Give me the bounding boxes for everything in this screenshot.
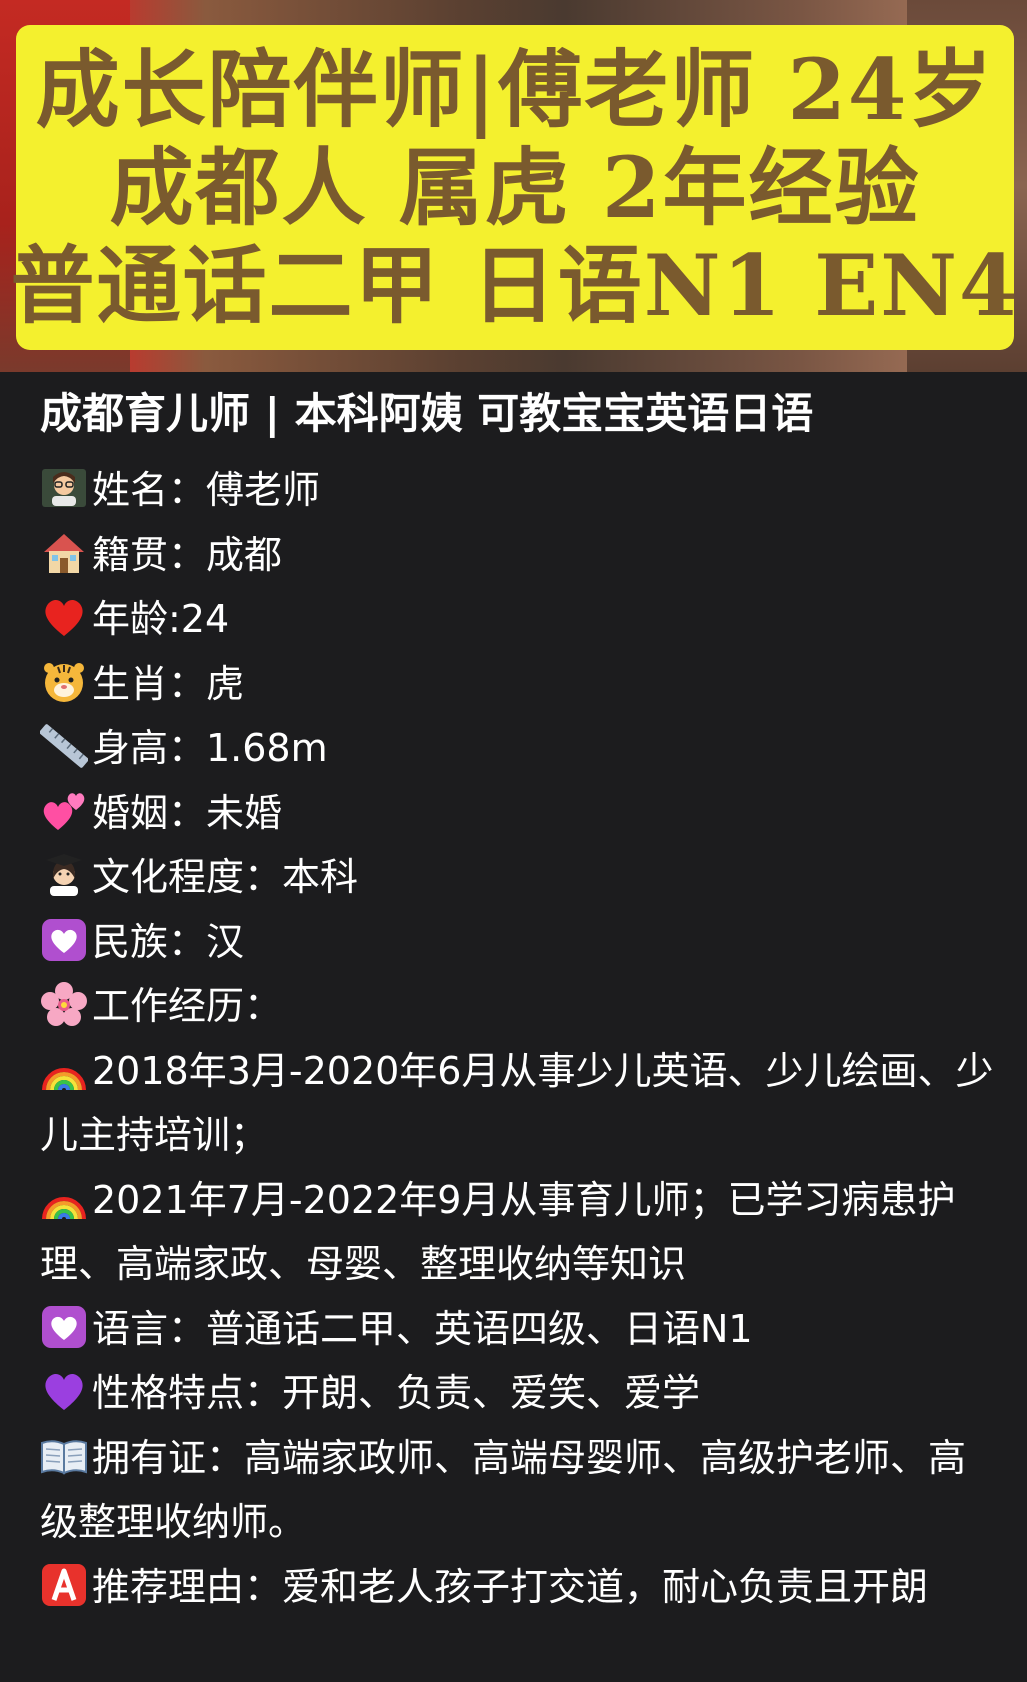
info-row-recommendation: 推荐理由：爱和老人孩子打交道，耐心负责且开朗 (40, 1555, 1000, 1620)
info-row-text: 性格特点：开朗、负责、爱笑、爱学 (92, 1371, 701, 1415)
info-row-text: 推荐理由：爱和老人孩子打交道，耐心负责且开朗 (92, 1564, 929, 1609)
info-row-work-history: 工作经历： (40, 974, 1000, 1039)
post-body: 成都育儿师 | 本科阿姨 可教宝宝英语日语 姓名：傅老师 籍贯：成都 年龄:24… (0, 372, 1027, 1619)
a-button-emoji-icon (40, 1562, 88, 1608)
rainbow-emoji-icon (40, 1175, 88, 1221)
info-row-education: 文化程度：本科 (40, 845, 1000, 910)
info-row-text: 身高：1.68m (92, 726, 328, 770)
cherry-blossom-emoji-icon (40, 981, 88, 1027)
info-row-text: 婚姻：未婚 (92, 790, 283, 835)
open-book-emoji-icon (40, 1433, 88, 1479)
cover-caption-line: 成长陪伴师|傅老师 24岁 (35, 39, 995, 139)
info-row-text: 民族：汉 (92, 919, 245, 964)
two-hearts-emoji-icon (40, 788, 88, 834)
info-row-ethnicity: 民族：汉 (40, 910, 1000, 975)
info-row-text: 2018年3月-2020年6月从事少儿英语、少儿绘画、少儿主持培训； (40, 1048, 994, 1158)
student-emoji-icon (40, 852, 88, 898)
info-row-age: 年龄:24 (40, 587, 1000, 652)
teacher-emoji-icon (40, 465, 88, 511)
rainbow-emoji-icon (40, 1046, 88, 1092)
cover-caption-line: 普通话二甲 日语N1 EN4 (10, 235, 1020, 335)
info-row-text: 2021年7月-2022年9月从事育儿师；已学习病患护理、高端家政、母婴、整理收… (40, 1177, 956, 1287)
tiger-face-emoji-icon (40, 659, 88, 705)
heart-decoration-emoji-icon (40, 1304, 88, 1350)
info-row-height: 身高：1.68m (40, 716, 1000, 781)
info-row-text: 生肖：虎 (92, 661, 245, 706)
post-title: 成都育儿师 | 本科阿姨 可教宝宝英语日语 (40, 389, 814, 438)
info-row-personality: 性格特点：开朗、负责、爱笑、爱学 (40, 1361, 1000, 1426)
info-row-text: 语言：普通话二甲、英语四级、日语N1 (92, 1306, 753, 1351)
info-row-name: 姓名：傅老师 (40, 458, 1000, 523)
info-row-work-item: 2018年3月-2020年6月从事少儿英语、少儿绘画、少儿主持培训； (40, 1039, 1000, 1168)
info-row-language: 语言：普通话二甲、英语四级、日语N1 (40, 1297, 1000, 1362)
info-row-text: 年龄:24 (92, 597, 230, 641)
house-emoji-icon (40, 530, 88, 576)
info-row-hometown: 籍贯：成都 (40, 523, 1000, 588)
purple-heart-emoji-icon (40, 1368, 88, 1414)
info-row-zodiac: 生肖：虎 (40, 652, 1000, 717)
info-row-text: 籍贯：成都 (92, 532, 283, 577)
cover-caption-box: 成长陪伴师|傅老师 24岁 成都人 属虎 2年经验 普通话二甲 日语N1 EN4 (11, 25, 1018, 350)
cover-caption-line: 成都人 属虎 2年经验 (109, 137, 921, 237)
info-row-work-item: 2021年7月-2022年9月从事育儿师；已学习病患护理、高端家政、母婴、整理收… (40, 1168, 1000, 1297)
info-row-text: 文化程度：本科 (92, 855, 359, 899)
cover-photo: 成长陪伴师|傅老师 24岁 成都人 属虎 2年经验 普通话二甲 日语N1 EN4 (0, 0, 1027, 372)
red-heart-emoji-icon (40, 594, 88, 640)
info-row-text: 拥有证：高端家政师、高端母婴师、高级护老师、高级整理收纳师。 (40, 1435, 967, 1545)
info-row-marital: 婚姻：未婚 (40, 781, 1000, 846)
ruler-emoji-icon (40, 723, 88, 769)
info-row-text: 姓名：傅老师 (92, 468, 321, 512)
info-row-text: 工作经历： (92, 984, 283, 1028)
heart-decoration-emoji-icon (40, 917, 88, 963)
info-row-certificates: 拥有证：高端家政师、高端母婴师、高级护老师、高级整理收纳师。 (40, 1426, 1000, 1555)
